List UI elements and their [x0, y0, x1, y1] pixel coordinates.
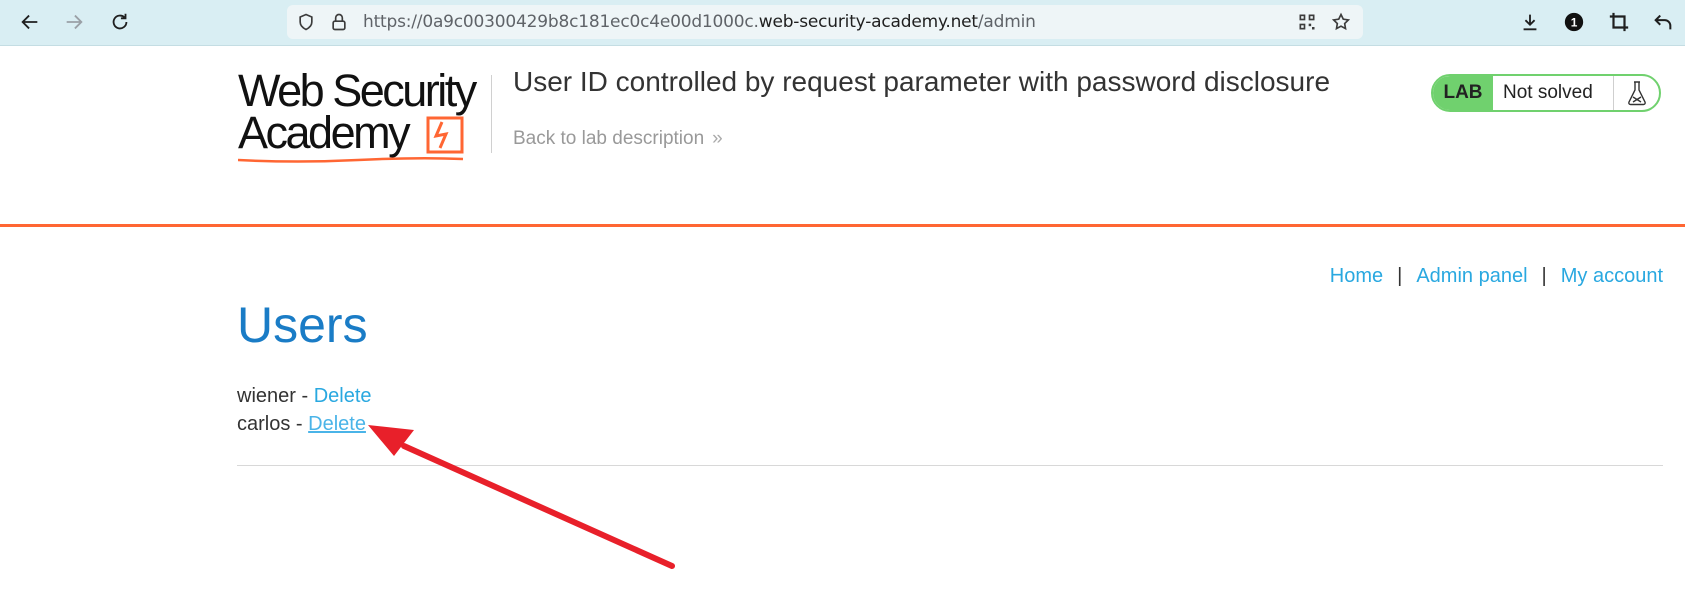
forward-arrow-icon[interactable]: [62, 10, 86, 34]
name-separator: -: [290, 413, 309, 435]
logo-line-1: Web Security: [238, 65, 477, 116]
nav-admin-panel-link[interactable]: Admin panel: [1416, 265, 1527, 287]
flask-icon: [1613, 76, 1659, 110]
address-bar[interactable]: https://0a9c00300429b8c181ec0c4e00d1000c…: [287, 5, 1363, 39]
extension-badge-icon[interactable]: 1: [1562, 10, 1586, 34]
top-navigation: Home | Admin panel | My account: [1330, 265, 1663, 288]
web-security-academy-logo[interactable]: Web Security Academy: [238, 65, 478, 165]
username: wiener: [237, 385, 296, 407]
undo-icon[interactable]: [1651, 10, 1675, 34]
back-arrow-icon[interactable]: [18, 10, 42, 34]
username: carlos: [237, 413, 291, 435]
star-icon[interactable]: [1331, 12, 1353, 34]
users-heading: Users: [237, 297, 368, 353]
qr-code-icon[interactable]: [1297, 12, 1319, 34]
browser-toolbar: https://0a9c00300429b8c181ec0c4e00d1000c…: [0, 0, 1685, 46]
lab-status-widget: LAB Not solved: [1431, 74, 1661, 112]
header-orange-rule: [0, 224, 1685, 227]
user-row-wiener: wiener - Delete: [237, 385, 372, 408]
logo-bolt-icon: [426, 116, 464, 154]
header-divider: [491, 75, 492, 153]
download-icon[interactable]: [1518, 10, 1542, 34]
reload-icon[interactable]: [108, 10, 132, 34]
lab-status-text: Not solved: [1503, 82, 1593, 103]
lab-tag: LAB: [1433, 76, 1493, 110]
user-row-carlos: carlos - Delete: [237, 413, 366, 436]
shield-icon[interactable]: [296, 12, 318, 34]
url-text[interactable]: https://0a9c00300429b8c181ec0c4e00d1000c…: [363, 5, 1036, 39]
back-link-label: Back to lab description: [513, 128, 705, 149]
nav-home-link[interactable]: Home: [1330, 265, 1383, 287]
logo-line-2: Academy: [238, 107, 411, 158]
svg-text:1: 1: [1571, 16, 1578, 30]
nav-separator: |: [1397, 265, 1403, 287]
wiener-delete-link[interactable]: Delete: [314, 385, 372, 407]
nav-my-account-link[interactable]: My account: [1561, 265, 1663, 287]
back-to-lab-description-link[interactable]: Back to lab description »: [513, 128, 723, 150]
nav-separator: |: [1541, 265, 1547, 287]
content-divider: [237, 465, 1663, 466]
lock-icon[interactable]: [329, 12, 351, 34]
lab-title: User ID controlled by request parameter …: [513, 66, 1331, 97]
name-separator: -: [295, 385, 314, 407]
carlos-delete-link[interactable]: Delete: [308, 413, 366, 435]
double-chevron-right-icon: »: [712, 128, 723, 149]
logo-underline-icon: [238, 156, 464, 163]
crop-icon[interactable]: [1607, 10, 1631, 34]
